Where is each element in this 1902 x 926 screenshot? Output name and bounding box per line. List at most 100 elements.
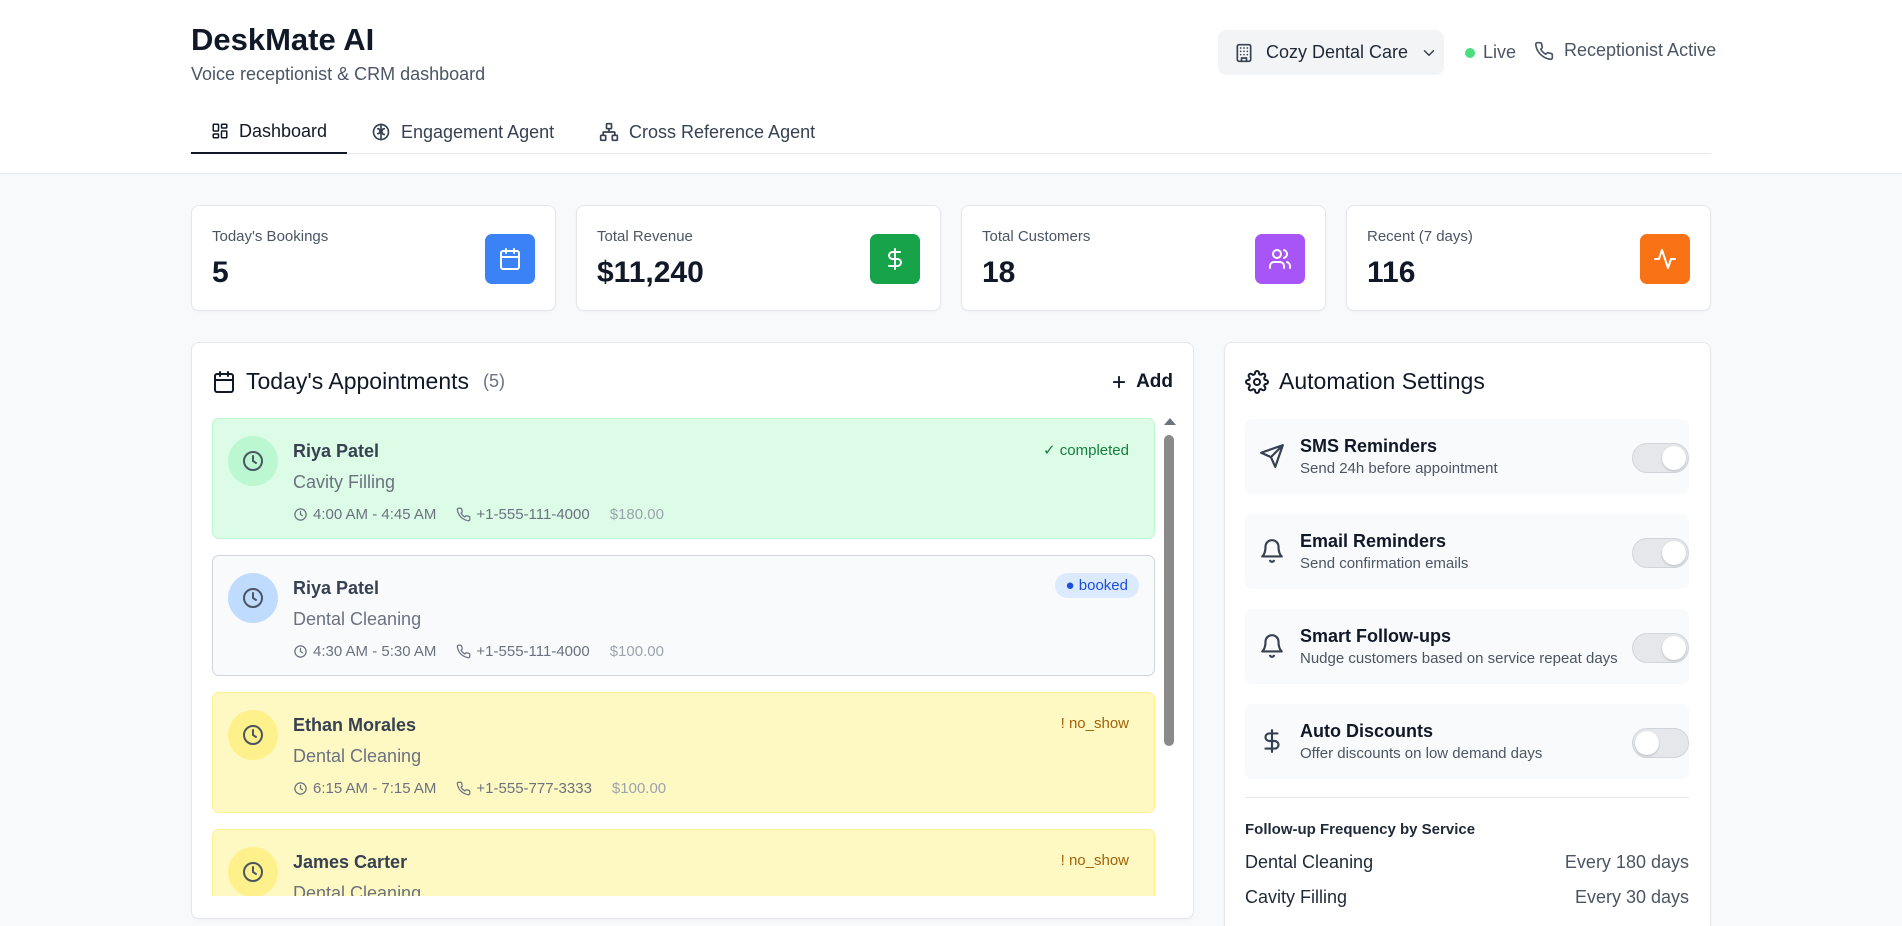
phone-icon: [457, 507, 471, 522]
setting-label: SMS Reminders: [1300, 436, 1438, 456]
frequency-service: Cavity Filling: [1245, 887, 1348, 907]
stat-value: 116: [1367, 256, 1416, 289]
stat-value: 5: [212, 256, 229, 289]
appointment-price: $100.00: [611, 780, 667, 797]
gear-icon: [1245, 369, 1269, 394]
automation-title: Automation Settings: [1279, 368, 1485, 394]
appointment-name: Riya Patel: [293, 578, 380, 598]
automation-settings-card: Automation Settings SMS Reminders Send 2…: [1224, 342, 1711, 926]
setting-label: Smart Follow-ups: [1300, 626, 1452, 646]
setting-description: Nudge customers based on service repeat …: [1300, 650, 1618, 667]
status-badge: ! no_show: [1060, 852, 1129, 869]
appointment-item[interactable]: Riya Patel Cavity Filling 4:00 AM - 4:45…: [212, 418, 1155, 539]
clock-icon: [228, 710, 278, 760]
bell-icon: [1261, 539, 1283, 563]
appointment-name: James Carter: [293, 852, 408, 872]
stat-card-total-customers: Total Customers 18: [961, 205, 1326, 311]
divider: [1245, 797, 1689, 798]
appointments-header: Today's Appointments (5): [212, 368, 505, 395]
setting-email-reminders: Email Reminders Send confirmation emails: [1245, 514, 1689, 589]
scroll-up-arrow-icon[interactable]: [1164, 418, 1176, 425]
appointment-phone: +1-555-111-4000: [476, 506, 590, 523]
appointment-meta: 4:30 AM - 5:30 AM +1-555-111-4000 $100.0…: [293, 643, 664, 660]
appointment-service: Dental Cleaning: [293, 883, 422, 896]
appointment-item[interactable]: Riya Patel Dental Cleaning 4:30 AM - 5:3…: [212, 555, 1155, 676]
setting-description: Send confirmation emails: [1300, 555, 1469, 572]
appointment-name: Riya Patel: [293, 441, 380, 461]
tab-dashboard[interactable]: Dashboard: [191, 110, 348, 154]
setting-auto-discounts: Auto Discounts Offer discounts on low de…: [1245, 704, 1689, 779]
email-reminders-toggle[interactable]: [1632, 538, 1689, 568]
tab-engagement-agent[interactable]: Engagement Agent: [351, 110, 574, 154]
dollar-icon: [1264, 729, 1280, 753]
dashboard-icon: [212, 123, 228, 139]
appointment-time: 4:30 AM - 5:30 AM: [313, 643, 437, 660]
setting-sms-reminders: SMS Reminders Send 24h before appointmen…: [1245, 419, 1689, 494]
appointments-count: (5): [483, 371, 506, 391]
appointments-scrollbar[interactable]: [1162, 418, 1176, 894]
status-badge: ✓ completed: [1043, 442, 1129, 459]
appointments-title: Today's Appointments: [246, 368, 470, 394]
setting-label: Auto Discounts: [1300, 721, 1433, 741]
smart-follow-ups-toggle[interactable]: [1632, 633, 1689, 663]
setting-description: Send 24h before appointment: [1300, 460, 1498, 477]
chevron-down-icon: [1423, 49, 1435, 56]
appointment-meta: 6:15 AM - 7:15 AM +1-555-777-3333 $100.0…: [293, 780, 666, 797]
appointment-phone: +1-555-111-4000: [476, 643, 590, 660]
stat-label: Recent (7 days): [1367, 228, 1473, 245]
stat-label: Today's Bookings: [212, 228, 329, 245]
stat-value: $11,240: [597, 256, 704, 289]
appointment-item[interactable]: James Carter Dental Cleaning ! no_show: [212, 829, 1155, 896]
phone-icon: [457, 644, 471, 659]
sms-reminders-toggle[interactable]: [1632, 443, 1689, 473]
live-label: Live: [1483, 42, 1517, 62]
tab-cross-reference-agent[interactable]: Cross Reference Agent: [579, 110, 835, 154]
calendar-icon: [485, 234, 535, 284]
stat-label: Total Customers: [982, 228, 1091, 245]
phone-icon: [457, 781, 471, 796]
appointment-time: 6:15 AM - 7:15 AM: [313, 780, 437, 797]
users-icon: [1255, 234, 1305, 284]
clinic-selector[interactable]: Cozy Dental Care: [1218, 30, 1444, 75]
stat-card-total-revenue: Total Revenue $11,240: [576, 205, 941, 311]
frequency-row: Dental Cleaning Every 180 days: [1245, 852, 1689, 873]
frequency-value: Every 180 days: [1564, 852, 1689, 872]
plus-icon: [1112, 375, 1126, 389]
appointment-name: Ethan Morales: [293, 715, 417, 735]
activity-icon: [1640, 234, 1690, 284]
building-icon: [1236, 43, 1252, 62]
frequency-title: Follow-up Frequency by Service: [1245, 821, 1476, 838]
stat-label: Total Revenue: [597, 228, 693, 245]
clock-icon: [294, 782, 307, 795]
scrollbar-thumb[interactable]: [1164, 435, 1174, 746]
clock-icon: [228, 847, 278, 896]
auto-discounts-toggle[interactable]: [1632, 728, 1689, 758]
app-title: DeskMate AI: [191, 22, 375, 57]
receptionist-label: Receptionist Active: [1564, 40, 1717, 60]
appointment-meta: 4:00 AM - 4:45 AM +1-555-111-4000 $180.0…: [293, 506, 664, 523]
status-badge: ● booked: [1054, 573, 1139, 598]
add-label: Add: [1136, 371, 1173, 392]
frequency-row: Cavity Filling Every 30 days: [1245, 887, 1689, 908]
appointment-time: 4:00 AM - 4:45 AM: [313, 506, 437, 523]
brain-icon: [372, 123, 390, 141]
appointment-service: Dental Cleaning: [293, 609, 422, 629]
clinic-name: Cozy Dental Care: [1266, 42, 1409, 62]
clock-icon: [228, 436, 278, 486]
main-tabs: Dashboard Engagement Agent Cross Referen…: [191, 110, 1711, 154]
add-appointment-button[interactable]: Add: [1110, 371, 1173, 393]
status-badge: ! no_show: [1060, 715, 1129, 732]
tab-label: Cross Reference Agent: [629, 121, 816, 142]
live-dot-icon: [1465, 47, 1475, 58]
live-status: Live: [1465, 42, 1516, 63]
tab-label: Dashboard: [239, 120, 328, 141]
clock-icon: [228, 573, 278, 623]
app-subtitle: Voice receptionist & CRM dashboard: [191, 64, 486, 84]
appointments-list[interactable]: Riya Patel Cavity Filling 4:00 AM - 4:45…: [212, 418, 1157, 896]
appointment-item[interactable]: Ethan Morales Dental Cleaning 6:15 AM - …: [212, 692, 1155, 813]
appointment-phone: +1-555-777-3333: [476, 780, 592, 797]
receptionist-status: Receptionist Active: [1534, 40, 1716, 61]
calendar-icon: [214, 370, 234, 393]
phone-icon: [1534, 41, 1554, 60]
send-icon: [1260, 444, 1284, 468]
